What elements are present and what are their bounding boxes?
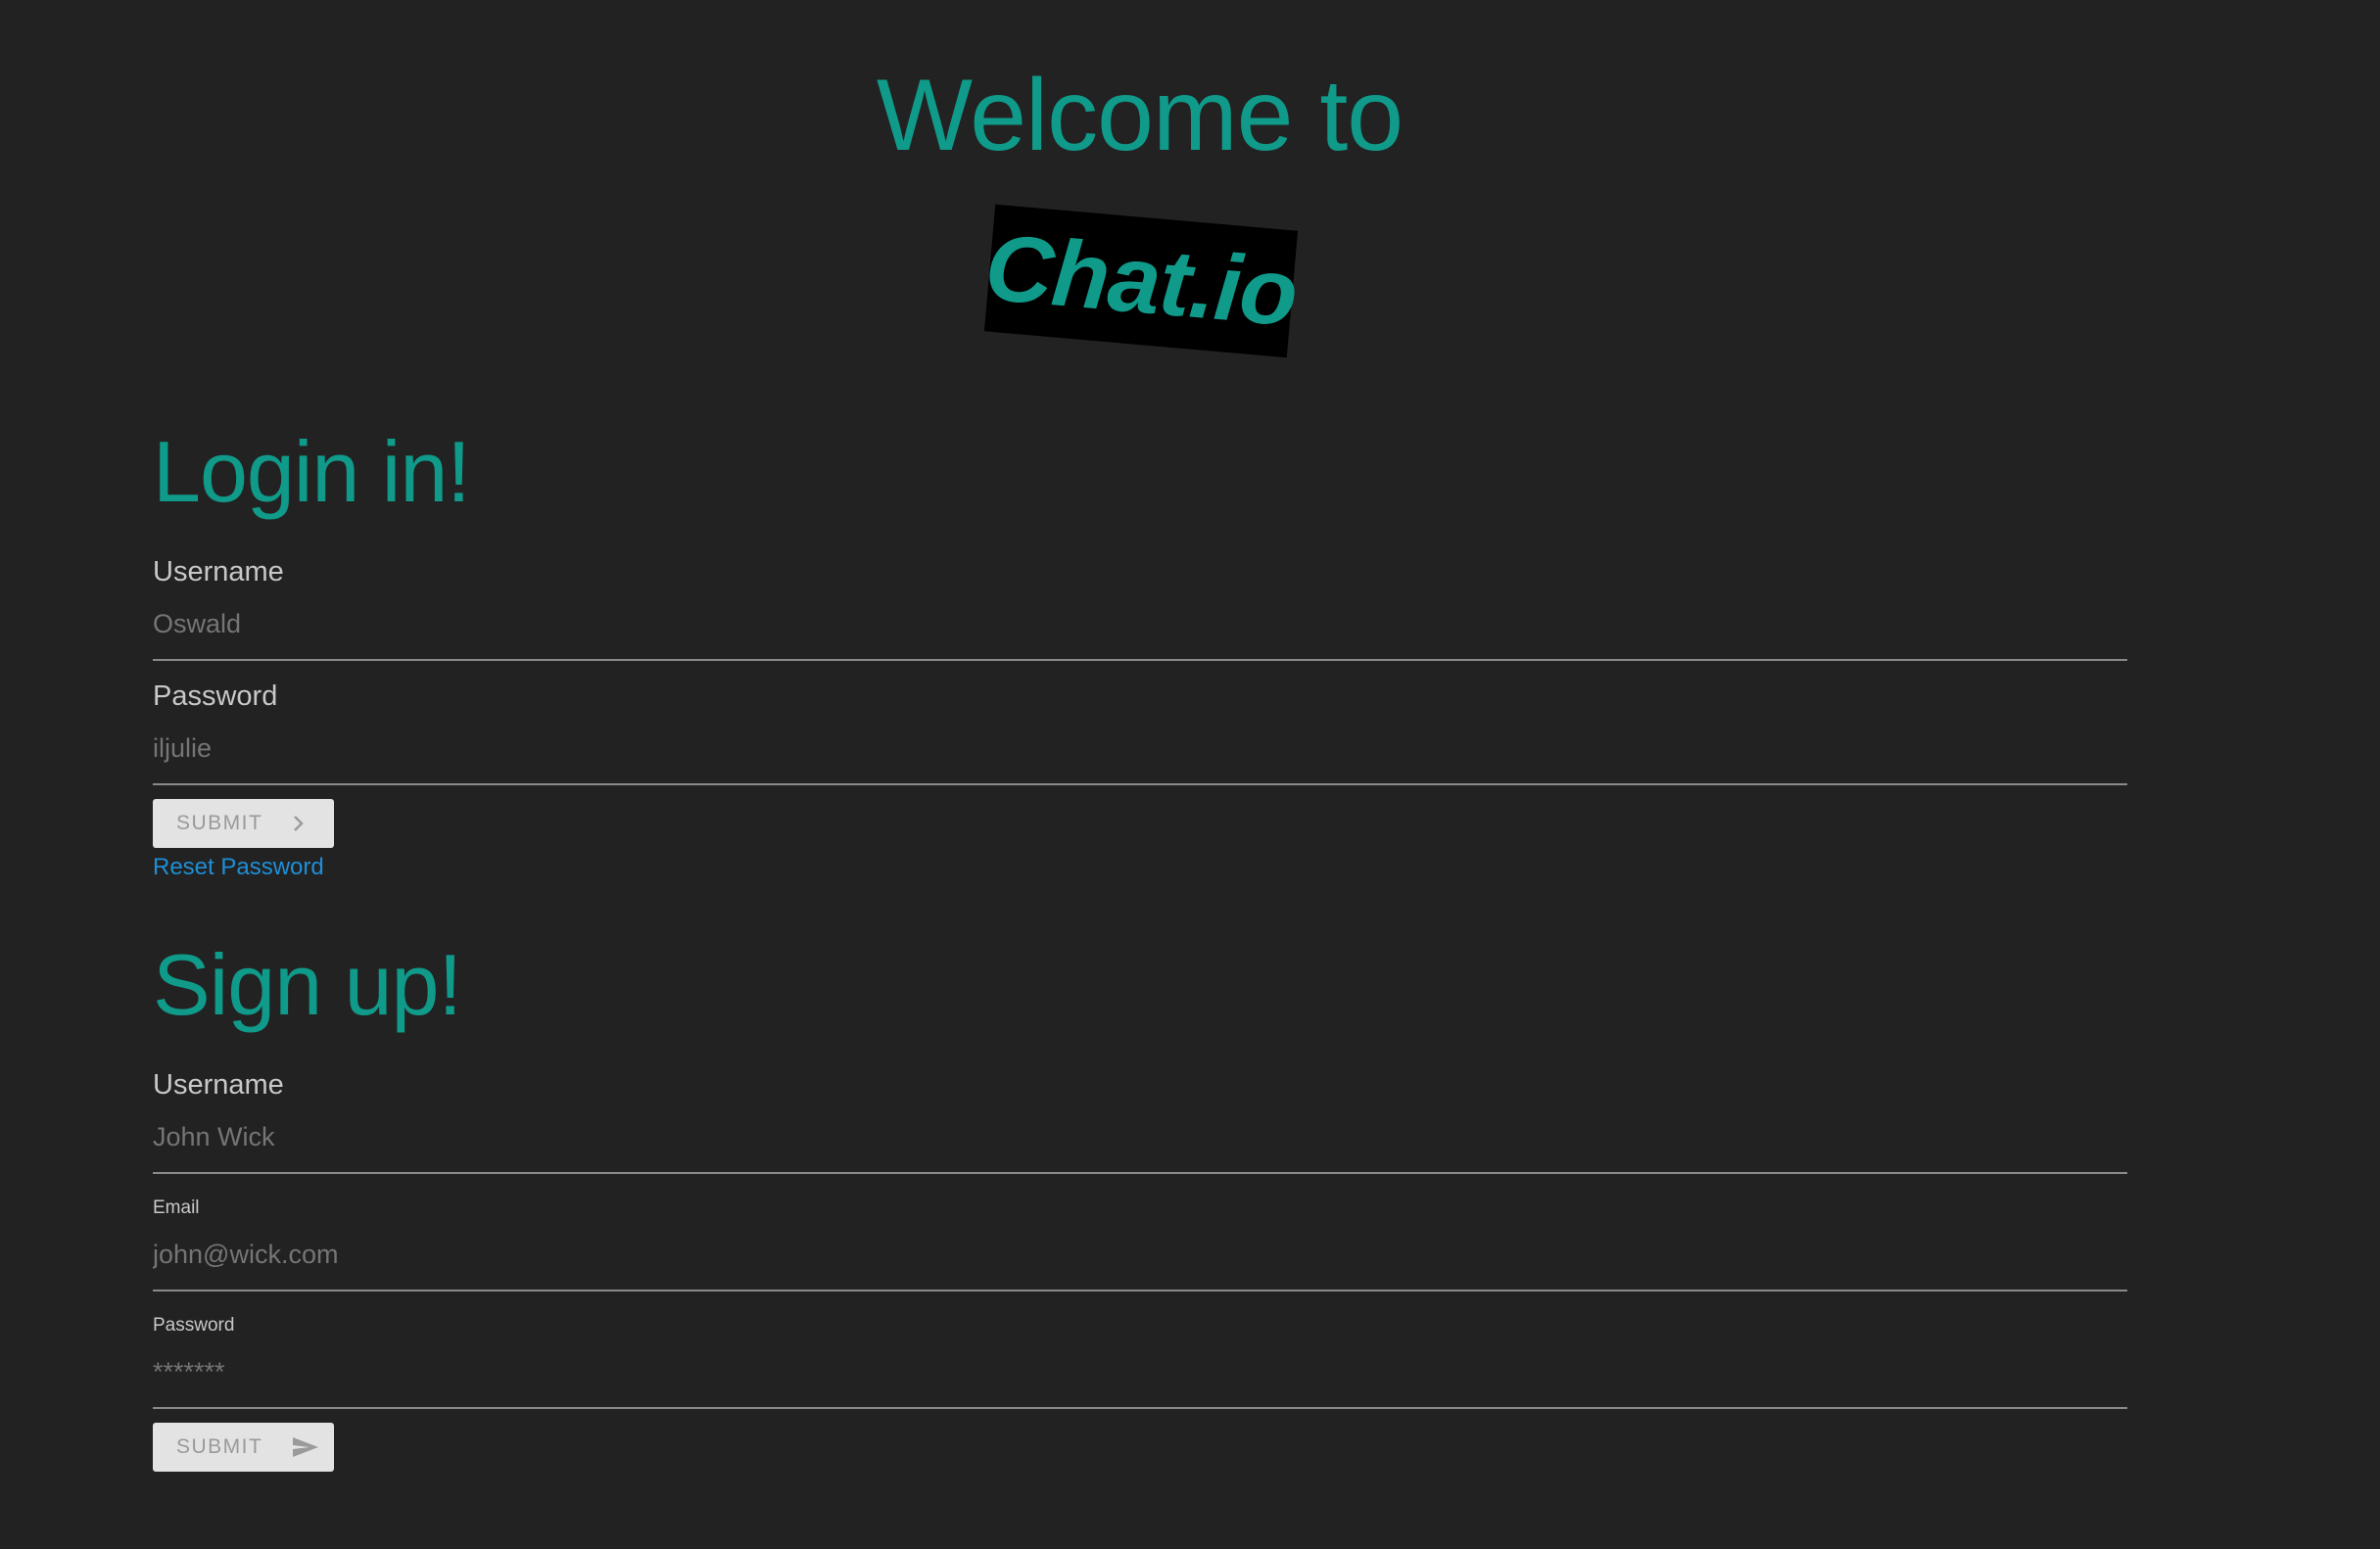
login-password-input[interactable] xyxy=(153,733,2127,785)
page: Welcome to Chat.io Login in! Username Pa… xyxy=(0,0,2380,1549)
logo: Chat.io xyxy=(980,204,1302,358)
signup-password-input[interactable] xyxy=(153,1357,2127,1409)
signup-username-field: Username xyxy=(153,1067,2127,1174)
signup-submit-label: SUBMIT xyxy=(176,1435,263,1458)
login-password-label: Password xyxy=(153,681,278,712)
login-title: Login in! xyxy=(153,423,471,520)
signup-username-input[interactable] xyxy=(153,1122,2127,1174)
signup-email-label: Email xyxy=(153,1197,200,1218)
welcome-heading: Welcome to xyxy=(876,59,1404,172)
login-password-field: Password xyxy=(153,679,2127,785)
signup-password-field: Password xyxy=(153,1314,2127,1409)
logo-text: Chat.io xyxy=(980,214,1302,347)
signup-title: Sign up! xyxy=(153,936,462,1033)
reset-password-link[interactable]: Reset Password xyxy=(153,852,324,883)
signup-email-input[interactable] xyxy=(153,1240,2127,1291)
login-submit-button[interactable]: SUBMIT xyxy=(153,799,334,848)
login-submit-label: SUBMIT xyxy=(176,812,263,834)
send-icon xyxy=(292,1435,319,1459)
login-username-label: Username xyxy=(153,556,284,587)
signup-submit-button[interactable]: SUBMIT xyxy=(153,1423,334,1472)
login-username-input[interactable] xyxy=(153,609,2127,661)
login-username-field: Username xyxy=(153,554,2127,661)
signup-email-field: Email xyxy=(153,1197,2127,1291)
chevron-right-icon xyxy=(292,814,306,833)
signup-username-label: Username xyxy=(153,1069,284,1101)
signup-password-label: Password xyxy=(153,1315,235,1336)
